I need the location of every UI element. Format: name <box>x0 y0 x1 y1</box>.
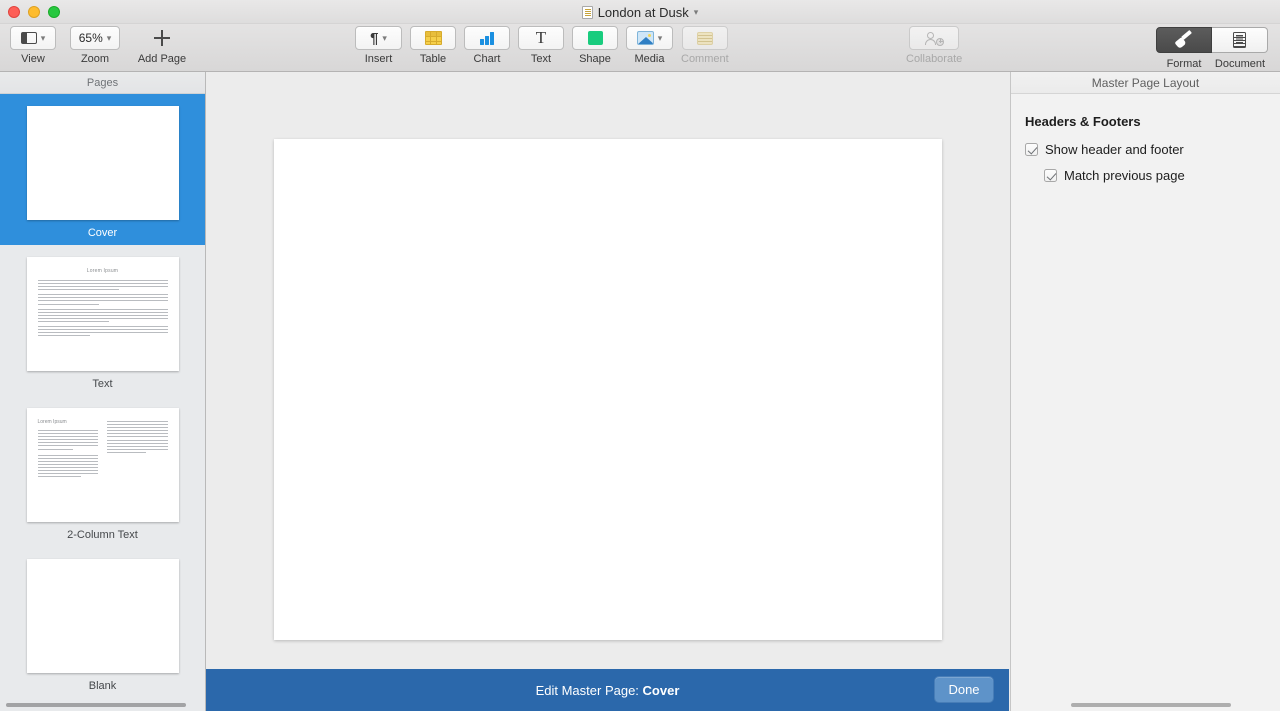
match-previous-page-checkbox[interactable] <box>1044 169 1057 182</box>
shape-button[interactable]: Shape <box>572 26 618 65</box>
pages-app-window: London at Dusk ▾ ▾ View 65% ▾ Zoom Add P… <box>0 0 1280 711</box>
page-thumbnail <box>26 559 179 673</box>
zoom-button[interactable]: 65% ▾ Zoom <box>70 26 120 65</box>
match-previous-page-label: Match previous page <box>1064 168 1185 183</box>
chevron-down-icon: ▾ <box>40 32 46 43</box>
chevron-down-icon[interactable]: ▾ <box>694 7 699 17</box>
thumbnail-text-lines <box>27 280 179 337</box>
insert-label: Insert <box>364 53 393 65</box>
thumbnail-title: Lorem Ipsum <box>37 419 67 425</box>
page-item-label: 2-Column Text <box>67 529 138 541</box>
collaborate-button: Collaborate <box>906 26 962 65</box>
pilcrow-icon: ¶ <box>370 29 379 47</box>
banner-prefix: Edit Master Page: <box>535 682 643 698</box>
media-label: Media <box>634 53 665 65</box>
comment-button: Comment <box>681 26 729 65</box>
page-item-cover[interactable]: Cover <box>0 94 205 245</box>
show-header-footer-label: Show header and footer <box>1045 142 1184 157</box>
chart-button[interactable]: Chart <box>464 26 510 65</box>
table-icon <box>424 31 442 45</box>
page-thumbnail-list: Cover Lorem Ipsum Text Lorem Ipsum 2-Col… <box>0 94 205 698</box>
plus-icon <box>154 30 170 46</box>
table-label: Table <box>419 53 447 65</box>
headers-footers-section-title: Headers & Footers <box>1025 114 1141 129</box>
page-item-label: Blank <box>88 680 117 692</box>
text-button[interactable]: T Text <box>518 26 564 65</box>
document-canvas[interactable] <box>207 72 1010 669</box>
show-header-footer-row[interactable]: Show header and footer <box>1025 142 1266 157</box>
format-inspector-panel: Master Page Layout Headers & Footers Sho… <box>1010 72 1280 711</box>
banner-message: Edit Master Page: Cover <box>536 683 680 698</box>
sidebar-header: Pages <box>0 72 205 94</box>
edit-master-page-banner: Edit Master Page: Cover Done <box>206 669 1009 711</box>
comment-label: Comment <box>681 53 729 65</box>
zoom-value: 65% <box>78 31 103 45</box>
document-label: Document <box>1214 58 1266 70</box>
collaborate-label: Collaborate <box>906 53 963 65</box>
shape-label: Shape <box>579 53 611 65</box>
inspector-header: Master Page Layout <box>1011 72 1280 94</box>
page-thumbnail: Lorem Ipsum <box>26 257 179 371</box>
inspector-body: Headers & Footers Show header and footer… <box>1011 94 1280 183</box>
shape-square-icon <box>587 31 603 45</box>
view-label: View <box>21 53 45 65</box>
insert-button[interactable]: ¶ ▾ Insert <box>355 26 402 65</box>
page-thumbnail: Lorem Ipsum <box>26 408 179 522</box>
match-previous-page-row[interactable]: Match previous page <box>1044 168 1266 183</box>
paintbrush-icon <box>1174 29 1193 49</box>
sidebar-horizontal-scrollbar[interactable] <box>6 703 186 707</box>
text-label: Text <box>530 53 552 65</box>
sticky-note-icon <box>696 31 713 45</box>
table-button[interactable]: Table <box>410 26 456 65</box>
zoom-label: Zoom <box>80 53 110 65</box>
chevron-down-icon: ▾ <box>657 32 663 43</box>
tab-format[interactable] <box>1156 27 1212 53</box>
thumbnail-column-left <box>37 430 98 478</box>
pages-sidebar: Pages Cover Lorem Ipsum Text Lorem Ipsum… <box>0 72 206 711</box>
media-button[interactable]: ▾ Media <box>626 26 673 65</box>
format-label: Format <box>1166 58 1202 70</box>
thumbnail-column-right <box>107 419 168 479</box>
add-person-icon <box>924 31 945 46</box>
photo-icon <box>636 31 654 45</box>
document-lines-icon <box>1233 32 1246 48</box>
page-item-blank[interactable]: Blank <box>0 547 205 698</box>
add-page-label: Add Page <box>137 53 187 65</box>
chevron-down-icon: ▾ <box>382 32 387 43</box>
bar-chart-icon <box>480 31 494 45</box>
thumbnail-title: Lorem Ipsum <box>86 268 119 274</box>
master-page-cover[interactable] <box>274 139 942 640</box>
add-page-button[interactable]: Add Page <box>134 26 190 65</box>
view-button[interactable]: ▾ View <box>10 26 56 65</box>
page-item-text[interactable]: Lorem Ipsum Text <box>0 245 205 396</box>
text-t-icon: T <box>535 28 547 48</box>
banner-page-name: Cover <box>642 682 680 698</box>
page-item-label: Cover <box>87 227 118 239</box>
document-title-area[interactable]: London at Dusk ▾ <box>0 0 1280 24</box>
title-bar: London at Dusk ▾ <box>0 0 1280 24</box>
chart-label: Chart <box>473 53 501 65</box>
inspector-horizontal-scrollbar[interactable] <box>1071 703 1231 707</box>
view-panel-icon <box>20 32 37 44</box>
main-toolbar: ▾ View 65% ▾ Zoom Add Page ¶ ▾ Insert Ta… <box>0 24 1280 72</box>
page-item-label: Text <box>92 378 113 390</box>
page-item-2-column-text[interactable]: Lorem Ipsum 2-Column Text <box>0 396 205 547</box>
document-icon <box>581 5 593 19</box>
inspector-tabs <box>1156 27 1268 53</box>
document-title: London at Dusk <box>597 4 689 20</box>
page-thumbnail <box>26 106 179 220</box>
tab-document[interactable] <box>1212 27 1268 53</box>
chevron-down-icon: ▾ <box>106 32 112 43</box>
show-header-footer-checkbox[interactable] <box>1025 143 1038 156</box>
done-button[interactable]: Done <box>934 676 994 703</box>
